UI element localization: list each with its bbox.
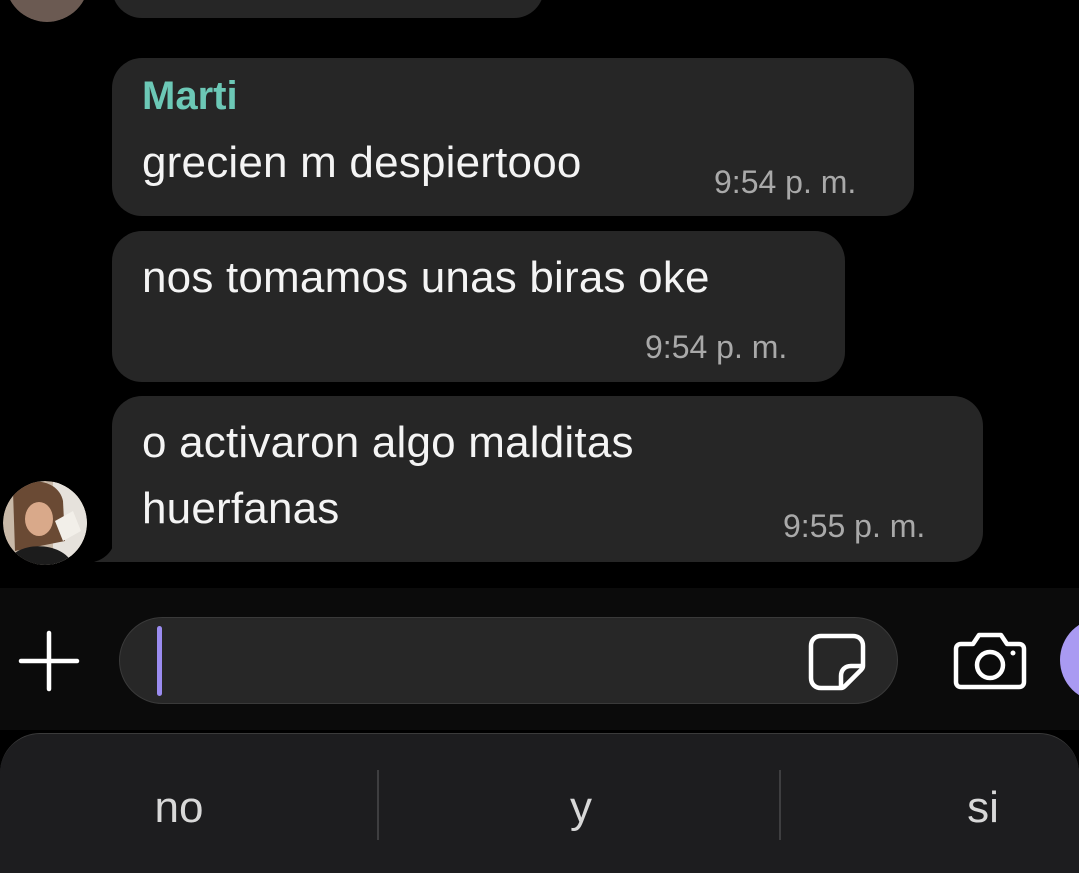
sticker-icon[interactable] <box>807 632 867 692</box>
message-bubble[interactable]: nos tomamos unas biras oke 9:54 p. m. <box>112 231 845 382</box>
avatar-previous[interactable] <box>5 0 89 22</box>
suggestion-y[interactable]: y <box>451 780 711 836</box>
message-text-line-2: huerfanas <box>142 484 340 533</box>
message-timestamp: 9:55 p. m. <box>783 508 926 544</box>
message-bubble[interactable]: Marti grecien m despiertooo 9:54 p. m. <box>112 58 914 216</box>
suggestion-no[interactable]: no <box>49 780 309 836</box>
suggestion-si[interactable]: si <box>853 780 1079 836</box>
sender-name[interactable]: Marti <box>142 74 238 119</box>
message-input[interactable] <box>119 617 898 704</box>
chat-screen: Marti grecien m despiertooo 9:54 p. m. n… <box>0 0 1079 873</box>
message-text: grecien m despiertooo <box>142 138 582 187</box>
previous-message-bubble[interactable] <box>112 0 544 18</box>
message-timestamp: 9:54 p. m. <box>645 329 788 365</box>
camera-icon[interactable] <box>953 630 1027 690</box>
suggestion-divider <box>779 770 781 840</box>
message-text: nos tomamos unas biras oke <box>142 253 710 302</box>
message-timestamp: 9:54 p. m. <box>714 164 857 200</box>
sender-avatar[interactable] <box>3 481 87 565</box>
message-text-line-1: o activaron algo malditas <box>142 418 634 467</box>
message-bubble[interactable]: o activaron algo malditas huerfanas 9:55… <box>112 396 983 562</box>
bubble-tail <box>94 530 130 562</box>
plus-icon[interactable] <box>18 630 80 692</box>
text-cursor <box>157 626 162 696</box>
suggestion-divider <box>377 770 379 840</box>
